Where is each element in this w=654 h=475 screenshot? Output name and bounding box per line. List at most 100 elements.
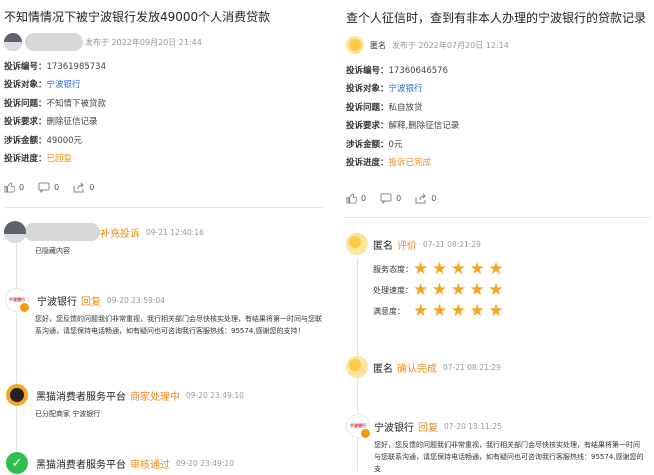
event-time: 07-21 08:21:29	[423, 239, 481, 249]
field-row: 投诉编号：17360646576	[346, 66, 449, 76]
event-author[interactable]: 宁波银行	[37, 293, 77, 308]
star-icon: ★	[488, 301, 504, 321]
event-type: 确认完成	[397, 363, 437, 375]
star-icon: ★	[450, 259, 466, 279]
field-row: 涉诉金额：49000元	[4, 135, 83, 146]
field-row: 投诉对象：宁波银行	[346, 84, 423, 95]
complaint-card-right: 查个人征信时，查到有非本人办理的宁波银行的贷款记录 匿名 发布于 2022年07…	[340, 0, 654, 473]
star-icon: ★	[413, 280, 429, 300]
field-row: 投诉对象：宁波银行	[4, 80, 81, 91]
timeline-event: 匿名 确认完成 07-21 08:21:29	[346, 356, 501, 378]
event-type: 补充投诉	[100, 228, 140, 240]
share-button[interactable]: 0	[415, 193, 436, 204]
event-author: 匿名	[373, 240, 393, 252]
black-cat-logo	[6, 384, 28, 406]
share-button[interactable]: 0	[73, 182, 94, 193]
thumbs-up-icon	[346, 193, 357, 204]
event-author[interactable]: 黑猫消费者服务平台	[36, 388, 126, 403]
star-icon: ★	[450, 280, 466, 300]
event-time: 09-21 12:40:16	[146, 227, 204, 237]
timeline-event: 黑猫消费者服务平台 商家处理中 09-20 23:49:10	[6, 384, 244, 406]
field-row: 投诉要求：解释,删除征信记录	[346, 121, 460, 132]
anonymous-avatar-icon	[346, 36, 364, 54]
event-time: 09-20 23:49:10	[186, 390, 244, 400]
comment-icon	[38, 182, 50, 193]
thumbs-up-icon	[4, 182, 15, 193]
timeline-event: 宁波银行 宁波银行 回复 09-20 23:59:04	[5, 288, 165, 313]
star-icon: ★	[488, 259, 504, 279]
event-type: 回复	[81, 296, 101, 308]
complaint-card-left: 不知情情况下被宁波银行发放49000个人消费贷款 发布于 2022年09月20日…	[0, 0, 327, 474]
action-bar: 0 0 0	[4, 182, 108, 193]
event-type: 回复	[418, 422, 438, 434]
divider	[344, 217, 650, 218]
event-type: 商家处理中	[130, 391, 180, 403]
author-name: 匿名	[370, 40, 386, 50]
star-icon: ★	[413, 301, 429, 321]
star-icon: ★	[450, 301, 466, 321]
avatar	[4, 221, 26, 243]
rating-row: 处理速度： ★ ★ ★ ★ ★	[373, 282, 507, 299]
field-row: 投诉进度：投诉已完成	[346, 157, 432, 168]
rating-row: 服务态度： ★ ★ ★ ★ ★	[373, 261, 507, 278]
complaint-title[interactable]: 查个人征信时，查到有非本人办理的宁波银行的贷款记录	[346, 10, 646, 26]
divider	[4, 207, 324, 208]
anonymous-avatar-icon	[346, 356, 368, 378]
blurred-username	[25, 33, 83, 51]
star-icon: ★	[469, 259, 485, 279]
star-icon: ★	[431, 259, 448, 279]
bank-logo: 宁波银行	[5, 288, 30, 313]
field-row: 投诉要求：删除征信记录	[4, 117, 98, 128]
event-author[interactable]: 黑猫消费者服务平台	[36, 456, 126, 471]
timeline-event: 补充投诉 09-21 12:40:16	[4, 221, 204, 243]
field-row: 投诉编号：17361985734	[4, 62, 107, 72]
event-author[interactable]: 宁波银行	[374, 419, 414, 434]
event-author: 匿名	[373, 363, 393, 375]
verified-badge-icon	[360, 428, 371, 439]
complaint-meta: 匿名 发布于 2022年07月20日 12:14	[346, 36, 509, 54]
field-row: 涉诉金额：0元	[346, 139, 403, 150]
complaint-fields: 投诉编号：17361985734 投诉对象：宁波银行 投诉问题：不知情下被贷款 …	[4, 58, 106, 168]
share-icon	[73, 182, 84, 193]
timeline-line	[16, 244, 17, 471]
progress-status: 投诉已完成	[388, 157, 432, 168]
comment-button[interactable]: 0	[380, 193, 401, 204]
complaint-target-link[interactable]: 宁波银行	[389, 84, 423, 94]
event-body: 已分配商家 宁波银行	[35, 410, 101, 418]
star-icon: ★	[488, 280, 504, 300]
timeline-event: 匿名 评价 07-21 08:21:29	[346, 233, 481, 255]
field-row: 投诉问题：不知情下被贷款	[4, 98, 107, 109]
like-button[interactable]: 0	[4, 182, 24, 193]
event-body: 已隐藏内容	[35, 247, 70, 255]
event-type: 评价	[397, 240, 417, 252]
event-time: 09-20 23:49:10	[176, 458, 234, 468]
star-icon: ★	[413, 259, 429, 279]
comment-button[interactable]: 0	[38, 182, 59, 193]
complaint-meta: 发布于 2022年09月20日 21:44	[4, 33, 202, 51]
share-icon	[415, 193, 426, 204]
rating-row: 满意度： ★ ★ ★ ★ ★	[373, 303, 507, 320]
star-icon: ★	[431, 280, 448, 300]
star-rating: ★ ★ ★ ★ ★	[413, 303, 507, 320]
star-rating: ★ ★ ★ ★ ★	[413, 261, 507, 278]
star-icon: ★	[431, 301, 448, 321]
event-time: 07-21 08:21:29	[443, 362, 501, 372]
publish-time: 发布于 2022年09月20日 21:44	[85, 37, 202, 47]
complaint-fields: 投诉编号：17360646576 投诉对象：宁波银行 投诉问题：私自放贷 投诉要…	[346, 62, 459, 172]
comment-icon	[380, 193, 392, 204]
progress-status: 已回复	[46, 153, 73, 164]
complaint-target-link[interactable]: 宁波银行	[47, 80, 81, 90]
timeline-event: 宁波银行 宁波银行 回复 07-20 13:11:25	[346, 414, 502, 439]
like-button[interactable]: 0	[346, 193, 366, 204]
avatar	[4, 33, 22, 51]
field-row: 投诉进度：已回复	[4, 153, 73, 164]
complaint-title[interactable]: 不知情情况下被宁波银行发放49000个人消费贷款	[4, 9, 270, 25]
bank-logo: 宁波银行	[346, 414, 371, 439]
star-rating: ★ ★ ★ ★ ★	[413, 282, 507, 299]
star-icon: ★	[469, 301, 485, 321]
event-time: 09-20 23:59:04	[107, 295, 165, 305]
field-row: 投诉问题：私自放贷	[346, 102, 423, 113]
event-type: 审核通过	[130, 459, 170, 471]
star-icon: ★	[469, 280, 485, 300]
publish-time: 发布于 2022年07月20日 12:14	[392, 40, 509, 50]
